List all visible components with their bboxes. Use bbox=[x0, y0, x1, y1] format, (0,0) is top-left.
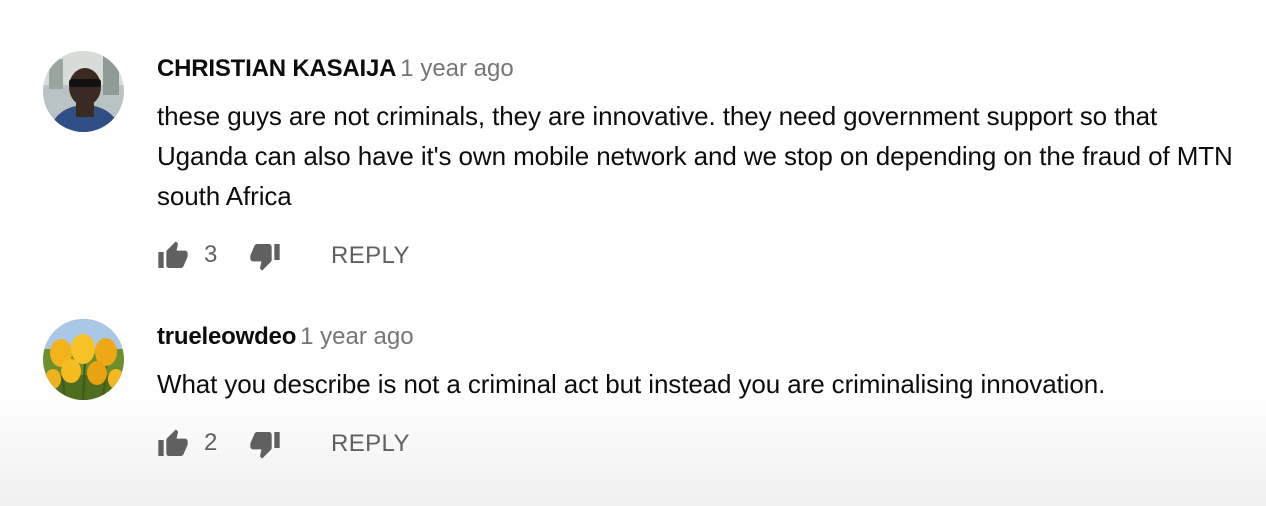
author-name[interactable]: CHRISTIAN KASAIJA bbox=[157, 55, 396, 82]
bottom-shadow bbox=[0, 386, 1266, 506]
like-button[interactable] bbox=[157, 428, 189, 460]
avatar[interactable] bbox=[43, 51, 124, 132]
comment-header: trueleowdeo 1 year ago bbox=[157, 323, 414, 351]
comment-text: What you describe is not a criminal act … bbox=[157, 369, 1106, 399]
thumbs-down-icon bbox=[250, 432, 280, 459]
comment-header: CHRISTIAN KASAIJA 1 year ago bbox=[157, 55, 514, 83]
like-count: 3 bbox=[204, 241, 218, 268]
reply-button[interactable]: REPLY bbox=[331, 241, 410, 271]
comment-text: these guys are not criminals, they are i… bbox=[157, 101, 1233, 211]
author-name[interactable]: trueleowdeo bbox=[157, 323, 296, 350]
thumbs-down-icon bbox=[250, 244, 280, 271]
like-button[interactable] bbox=[157, 240, 189, 272]
like-count: 2 bbox=[204, 429, 218, 456]
comment-timestamp[interactable]: 1 year ago bbox=[300, 323, 413, 350]
thumbs-up-icon bbox=[158, 241, 188, 268]
thumbs-up-icon bbox=[158, 429, 188, 456]
reply-button[interactable]: REPLY bbox=[331, 429, 410, 459]
dislike-button[interactable] bbox=[249, 240, 281, 272]
comment-timestamp[interactable]: 1 year ago bbox=[400, 55, 513, 82]
avatar[interactable] bbox=[43, 319, 124, 400]
dislike-button[interactable] bbox=[249, 428, 281, 460]
